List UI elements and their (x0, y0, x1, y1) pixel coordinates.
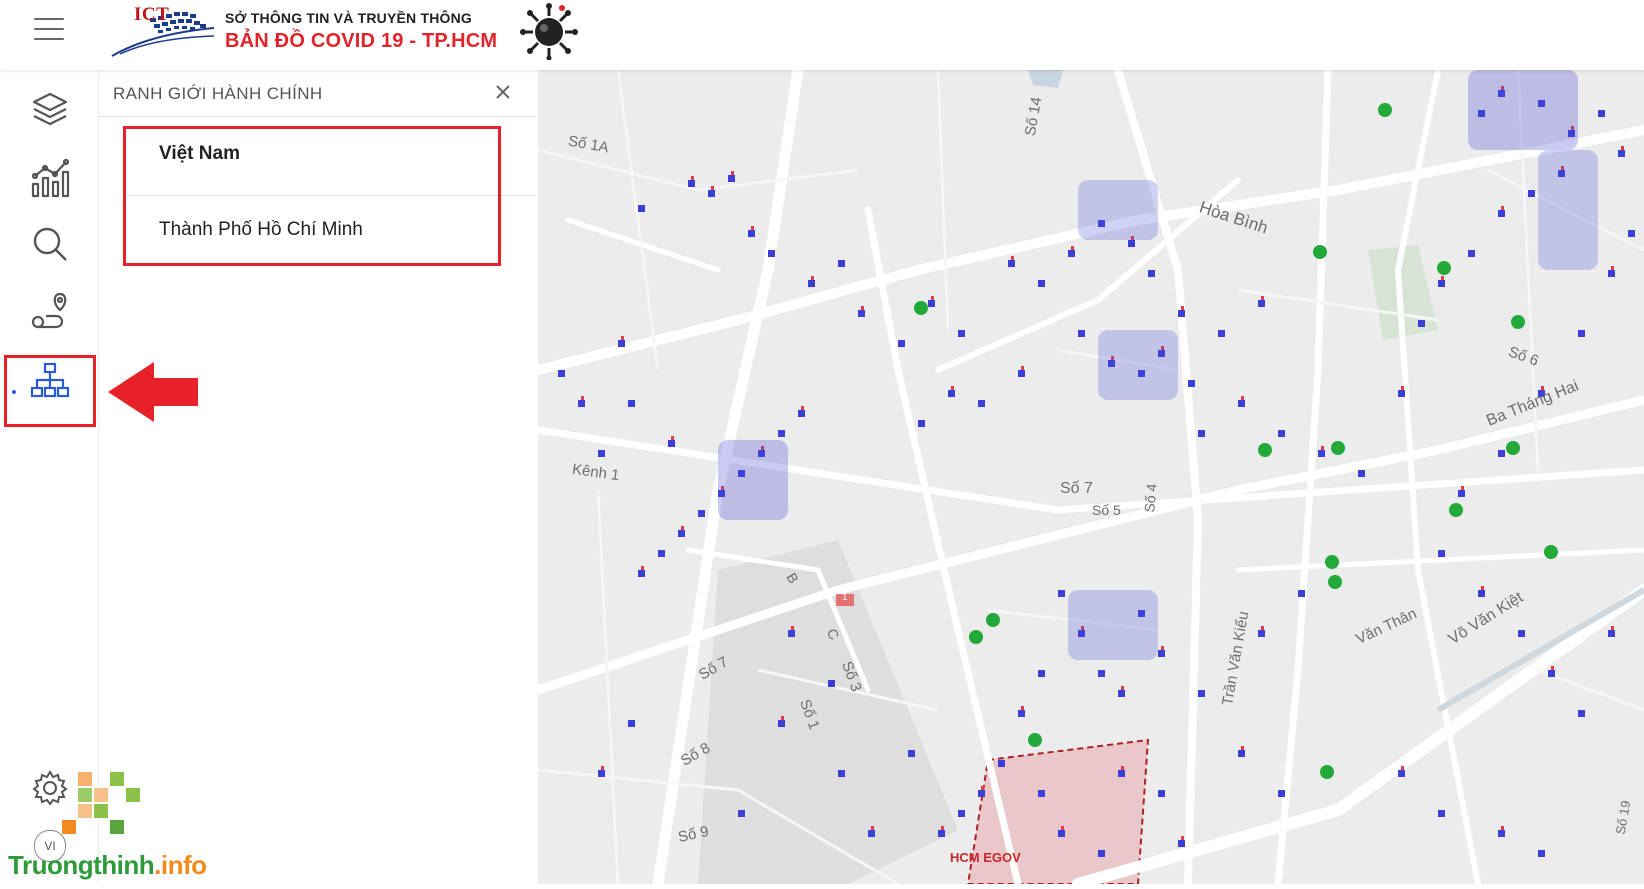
panel-title: RANH GIỚI HÀNH CHÍNH (113, 84, 323, 103)
watermark-brand: Truongthinh (8, 850, 155, 880)
street-label: Số 5 (1092, 502, 1121, 518)
street-label: Số 7 (1060, 480, 1093, 497)
active-indicator-dot (12, 390, 16, 394)
admin-boundary-icon[interactable] (26, 356, 74, 404)
route-icon[interactable] (26, 288, 74, 336)
street-label: Số 4 (1141, 482, 1160, 514)
watermark-brand-ext: .info (154, 850, 207, 880)
annotation-arrow (108, 360, 204, 424)
statistics-icon[interactable] (26, 154, 74, 202)
map-canvas[interactable]: Số 1A Số 14 Hòa Bình Số 6 Ba Tháng Hai K… (538, 70, 1644, 884)
close-icon[interactable] (491, 80, 515, 104)
menu-icon[interactable] (34, 18, 64, 42)
ict-logo: ICT (110, 4, 218, 60)
layers-icon[interactable] (26, 86, 74, 134)
map-base (538, 70, 1644, 884)
egov-logo: HCM EGOV (950, 850, 1021, 865)
annotation-highlight-box (123, 126, 501, 266)
panel-header: RANH GIỚI HÀNH CHÍNH (99, 70, 537, 117)
search-icon[interactable] (26, 220, 74, 268)
left-rail: VI (0, 70, 99, 884)
org-name: SỞ THÔNG TIN VÀ TRUYỀN THÔNG (225, 10, 472, 26)
logo-text: ICT (134, 4, 170, 25)
watermark-text: Truongthinh.info (8, 850, 207, 881)
app-title: BẢN ĐỒ COVID 19 - TP.HCM (225, 30, 498, 52)
route-shield: 1 (842, 592, 848, 603)
virus-icon (520, 2, 578, 61)
admin-boundary-panel: RANH GIỚI HÀNH CHÍNH Việt Nam Thành Phố … (99, 70, 537, 884)
top-bar: ICT SỞ THÔNG TIN VÀ TRUYỀN THÔNG BẢN ĐỒ … (0, 0, 1644, 70)
